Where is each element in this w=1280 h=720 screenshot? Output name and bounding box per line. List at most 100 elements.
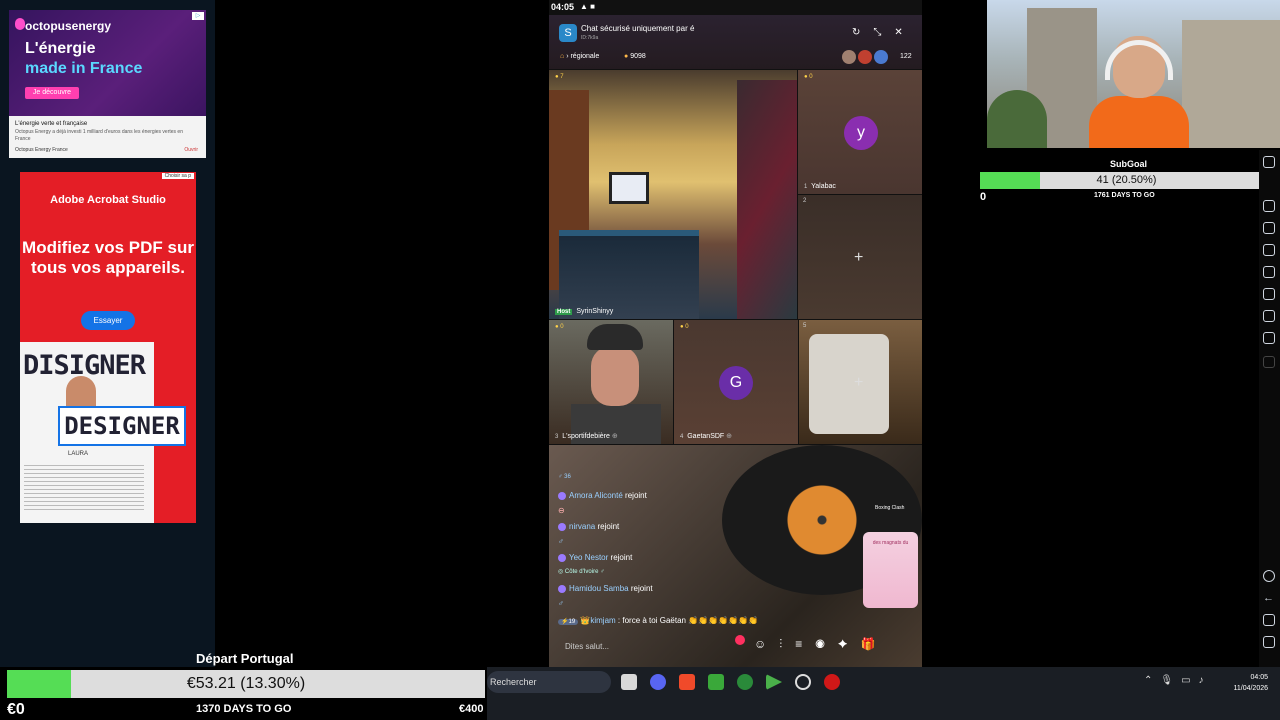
donation-goal-title: Départ Portugal bbox=[196, 651, 294, 666]
discord-icon[interactable] bbox=[650, 674, 666, 690]
share-icon[interactable]: ↻ bbox=[852, 27, 873, 38]
gift-icon[interactable]: 🎁 bbox=[860, 637, 888, 651]
effects-icon[interactable]: ✦ bbox=[838, 637, 861, 651]
boxing-clash-event[interactable]: Boxing Clash bbox=[875, 505, 915, 523]
ad-cta-button[interactable]: Je découvre bbox=[25, 87, 79, 99]
ad-name-label: LAURA bbox=[68, 451, 89, 457]
message-user[interactable]: nirvana bbox=[569, 522, 595, 531]
octopus-energy-ad[interactable]: octopusenergy ▷ L'énergie made in France… bbox=[9, 10, 206, 158]
monitor-icon[interactable]: ▭ bbox=[1181, 675, 1198, 686]
subgoal-days: 1761 DAYS TO GO bbox=[1094, 192, 1155, 199]
cube-icon[interactable] bbox=[1263, 310, 1275, 322]
guest-name-tag: 4 GaetanSDF ⊕ bbox=[680, 432, 732, 440]
voice-icon[interactable]: ⫶ bbox=[779, 637, 795, 651]
message-input[interactable]: Dites salut... bbox=[558, 636, 748, 658]
recents-icon[interactable] bbox=[1263, 636, 1275, 648]
emoji-icon[interactable]: ☺ bbox=[754, 637, 779, 651]
guest-avatar: y bbox=[844, 116, 878, 150]
message-user[interactable]: Yeo Nestor bbox=[569, 553, 608, 562]
promo-label: des magnats du bbox=[872, 540, 909, 546]
guest-slot-1[interactable]: y bbox=[798, 70, 922, 194]
slot-badge-count: 0 bbox=[560, 324, 564, 330]
gender-icon: ⊖ bbox=[558, 506, 565, 515]
taskbar-search[interactable]: Rechercher bbox=[487, 671, 611, 693]
message-user[interactable]: kimjam bbox=[590, 616, 615, 625]
header-actions: ↻⤡✕ bbox=[852, 27, 916, 38]
host-video[interactable] bbox=[549, 70, 797, 319]
square-icon[interactable] bbox=[1263, 356, 1275, 368]
host-name-tag: Host SyrinShinyy bbox=[555, 308, 613, 315]
media-player-icon[interactable] bbox=[824, 674, 840, 690]
close-icon[interactable]: ✕ bbox=[894, 27, 915, 38]
user-avatar-icon bbox=[558, 522, 566, 531]
ad-portrait-image bbox=[66, 376, 96, 410]
chat-message: nirvana rejoint bbox=[558, 522, 619, 531]
viewer-avatars[interactable] bbox=[842, 50, 894, 64]
add-friend-icon[interactable]: ⊕ bbox=[726, 433, 732, 440]
join-seat-icon[interactable]: + bbox=[854, 374, 863, 392]
video-background bbox=[587, 324, 643, 350]
host-label: Host bbox=[555, 309, 573, 315]
gear-icon[interactable] bbox=[1263, 570, 1275, 582]
ad-open-link[interactable]: Ouvrir bbox=[184, 147, 198, 153]
share-icon[interactable] bbox=[1263, 222, 1275, 234]
notepad-icon[interactable] bbox=[708, 674, 724, 690]
join-seat-icon[interactable]: + bbox=[854, 249, 863, 267]
guest-slot-4[interactable]: G bbox=[674, 320, 798, 444]
room-avatar[interactable]: S bbox=[559, 24, 577, 42]
game-icon[interactable]: ◉ bbox=[815, 637, 838, 651]
coin-icon: ● bbox=[624, 53, 629, 60]
status-icons: ▲ ■ bbox=[580, 2, 595, 11]
avatar bbox=[858, 50, 872, 64]
viewer-count[interactable]: 122 bbox=[900, 53, 912, 60]
chevron-up-icon[interactable]: ⌃ bbox=[1144, 675, 1160, 686]
file-explorer-icon[interactable] bbox=[621, 674, 637, 690]
message-user[interactable]: Hamidou Samba bbox=[569, 584, 629, 593]
slot-number: 4 bbox=[680, 434, 684, 440]
taskbar-clock[interactable]: 04:05 11/04/2026 bbox=[1224, 672, 1268, 694]
clock-time: 04:05 bbox=[1250, 674, 1268, 681]
copy-icon[interactable] bbox=[1263, 244, 1275, 256]
ad-brand: Adobe Acrobat Studio bbox=[50, 194, 166, 206]
country-tag: ◎ Côte d'Ivoire ♂ bbox=[558, 569, 605, 575]
adobe-acrobat-ad[interactable]: Choisir sa p Adobe Acrobat Studio Modifi… bbox=[20, 172, 196, 523]
host-name: SyrinShinyy bbox=[576, 308, 614, 315]
sync-icon[interactable] bbox=[795, 674, 811, 690]
home-icon[interactable] bbox=[1263, 614, 1275, 626]
clock-icon[interactable] bbox=[1263, 332, 1275, 344]
brave-icon[interactable] bbox=[679, 674, 695, 690]
message-text: rejoint bbox=[610, 553, 633, 562]
microphone-icon[interactable]: 🎙 bbox=[1160, 675, 1181, 686]
region-tag[interactable]: ⌂ › régionale bbox=[560, 53, 599, 60]
add-friend-icon[interactable]: ⊕ bbox=[612, 433, 618, 440]
message-text: rejoint bbox=[625, 491, 647, 500]
bulb-icon[interactable] bbox=[1263, 288, 1275, 300]
subgoal-title: SubGoal bbox=[1110, 159, 1148, 169]
ad-choices-icon[interactable]: ▷ bbox=[192, 12, 204, 20]
ad-text-lines bbox=[24, 462, 144, 512]
popularity-tag[interactable]: ● 9098 bbox=[624, 53, 646, 60]
slot-number: 1 bbox=[804, 184, 808, 190]
slot-badge-count: 0 bbox=[685, 324, 689, 330]
app-icon[interactable] bbox=[737, 674, 753, 690]
ad-choices-label[interactable]: Choisir sa p bbox=[161, 173, 194, 179]
headphones-icon bbox=[1105, 40, 1173, 80]
guest-slot-3[interactable] bbox=[549, 320, 673, 444]
minimize-icon[interactable]: ⤡ bbox=[873, 27, 894, 38]
donation-goal: €400 bbox=[459, 703, 484, 715]
volume-icon[interactable]: ♪ bbox=[1199, 675, 1212, 686]
back-icon[interactable]: ← bbox=[1263, 592, 1275, 604]
edit-icon[interactable] bbox=[1263, 266, 1275, 278]
ad-try-button[interactable]: Essayer bbox=[81, 311, 135, 330]
folder-icon[interactable] bbox=[1263, 200, 1275, 212]
message-user[interactable]: Amora Aliconté bbox=[569, 491, 623, 500]
message-text: force à toi Gaëtan 👏👏👏👏👏👏👏 bbox=[622, 616, 758, 625]
guest-name-tag: 1 Yalabac bbox=[804, 183, 836, 190]
streamer bbox=[1089, 36, 1189, 148]
slot-badge: ● 0 bbox=[680, 324, 689, 330]
chat-message-latest: ⚡19 👑kimjam : force à toi Gaëtan 👏👏👏👏👏👏👏 bbox=[558, 616, 758, 625]
widget-icon[interactable] bbox=[1263, 156, 1275, 168]
promo-banner[interactable]: des magnats du bbox=[863, 532, 918, 608]
menu-icon[interactable]: ≡ bbox=[795, 637, 815, 651]
ad-headline-1: L'énergie bbox=[25, 40, 96, 57]
